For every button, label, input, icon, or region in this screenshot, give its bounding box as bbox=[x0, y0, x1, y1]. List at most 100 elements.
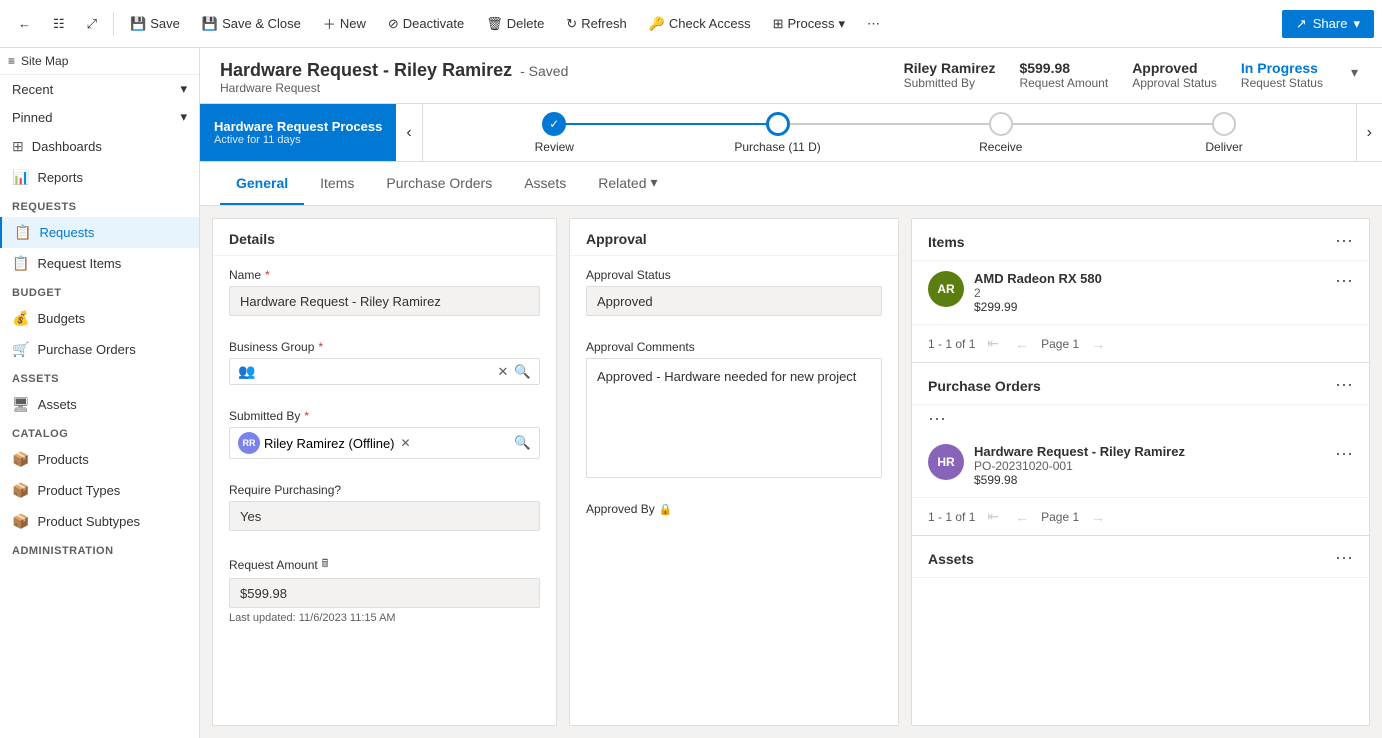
po-first-page-button[interactable]: ⇤ bbox=[983, 506, 1003, 527]
sidebar-item-requests[interactable]: 📋 Requests bbox=[0, 217, 199, 248]
po-row-more-button[interactable]: ⋯ bbox=[928, 409, 946, 430]
pinned-section[interactable]: Pinned ▾ bbox=[0, 103, 199, 131]
step-label-receive: Receive bbox=[979, 140, 1022, 154]
saved-indicator: - Saved bbox=[520, 63, 568, 79]
tab-items[interactable]: Items bbox=[304, 163, 370, 205]
refresh-button[interactable]: ↻ Refresh bbox=[556, 10, 636, 38]
sidebar-item-products[interactable]: 📦 Products bbox=[0, 444, 199, 475]
tab-assets[interactable]: Assets bbox=[508, 163, 582, 205]
new-button[interactable]: ＋ New bbox=[313, 8, 376, 39]
requests-icon: 📋 bbox=[14, 224, 31, 241]
sidebar-item-product-subtypes[interactable]: 📦 Product Subtypes bbox=[0, 506, 199, 537]
sitemap-icon: ≡ bbox=[8, 54, 15, 68]
step-circle-receive bbox=[989, 112, 1013, 136]
process-step-deliver[interactable]: Deliver bbox=[1112, 112, 1335, 154]
submitted-by-label-field: Submitted By * bbox=[229, 409, 540, 423]
process-button[interactable]: ⊞ Process ▾ bbox=[763, 10, 855, 38]
administration-group-title: Administration bbox=[0, 537, 199, 561]
save-button[interactable]: 💾 Save bbox=[120, 10, 190, 38]
process-step-review[interactable]: ✓ Review bbox=[443, 112, 666, 154]
more-button[interactable]: ⋯ bbox=[857, 10, 890, 38]
expand-button[interactable]: ⤢ bbox=[77, 10, 107, 38]
item-info-amd: AMD Radeon RX 580 2 $299.99 bbox=[974, 271, 1325, 314]
sidebar-item-assets[interactable]: 🖥 Assets bbox=[0, 389, 199, 420]
approval-status-value: Approved bbox=[586, 286, 882, 316]
process-step-purchase[interactable]: Purchase (11 D) bbox=[666, 112, 889, 154]
assets-more-button[interactable]: ⋯ bbox=[1335, 548, 1353, 569]
share-button[interactable]: ↗ Share ▾ bbox=[1282, 10, 1374, 38]
name-required: * bbox=[265, 268, 270, 282]
approval-status-label: Approval Status bbox=[1132, 76, 1217, 90]
approved-by-field-group: Approved By 🔒 bbox=[570, 490, 898, 532]
item-avatar-amd: AR bbox=[928, 271, 964, 307]
sitemap-button[interactable]: ≡ Site Map bbox=[0, 48, 199, 75]
require-purchasing-field-group: Require Purchasing? Yes bbox=[213, 471, 556, 543]
delete-button[interactable]: 🗑 Delete bbox=[476, 10, 554, 38]
items-more-button[interactable]: ⋯ bbox=[1335, 231, 1353, 252]
sidebar-item-budgets[interactable]: 💰 Budgets bbox=[0, 303, 199, 334]
process-step-receive[interactable]: Receive bbox=[889, 112, 1112, 154]
po-pagination: 1 - 1 of 1 ⇤ ← Page 1 → bbox=[912, 498, 1369, 535]
meta-request-amount: $599.98 Request Amount bbox=[1019, 60, 1108, 90]
item-more-button-hr[interactable]: ⋯ bbox=[1335, 444, 1353, 465]
items-first-page-button[interactable]: ⇤ bbox=[983, 333, 1003, 354]
purchase-orders-more-button[interactable]: ⋯ bbox=[1335, 375, 1353, 396]
items-section-header: Items ⋯ bbox=[912, 219, 1369, 261]
process-prev-button[interactable]: ‹ bbox=[396, 104, 422, 161]
record-subtitle: Hardware Request bbox=[220, 81, 568, 95]
business-group-lookup[interactable]: 👥 ✕ 🔍 bbox=[229, 358, 540, 385]
sidebar-item-product-types[interactable]: 📦 Product Types bbox=[0, 475, 199, 506]
process-next-button[interactable]: › bbox=[1356, 104, 1382, 161]
divider-1 bbox=[113, 12, 114, 36]
business-group-search-button[interactable]: 🔍 bbox=[514, 364, 531, 380]
save-close-icon: 💾 bbox=[202, 16, 218, 32]
sidebar-item-reports[interactable]: 📊 Reports bbox=[0, 162, 199, 193]
check-access-button[interactable]: 🔑 Check Access bbox=[639, 10, 761, 38]
item-more-button-amd[interactable]: ⋯ bbox=[1335, 271, 1353, 292]
po-prev-page-button[interactable]: ← bbox=[1011, 507, 1033, 527]
back-button[interactable]: ← bbox=[8, 10, 41, 37]
business-group-icon: 👥 bbox=[238, 363, 255, 380]
require-purchasing-label: Require Purchasing? bbox=[229, 483, 540, 497]
submitted-by-clear-button[interactable]: ✕ bbox=[401, 436, 411, 450]
approval-comments-label: Approval Comments bbox=[586, 340, 882, 354]
record-meta: Riley Ramirez Submitted By $599.98 Reque… bbox=[904, 60, 1362, 90]
item-po-amount: $599.98 bbox=[974, 473, 1325, 487]
save-icon: 💾 bbox=[130, 16, 146, 32]
product-types-icon: 📦 bbox=[12, 482, 29, 499]
related-chevron-icon: ▾ bbox=[650, 174, 657, 191]
sidebar-item-dashboards[interactable]: ⊞ Dashboards bbox=[0, 131, 199, 162]
save-close-button[interactable]: 💾 Save & Close bbox=[192, 10, 311, 38]
item-row-amd: AR AMD Radeon RX 580 2 $299.99 ⋯ bbox=[912, 261, 1369, 325]
meta-expand-button[interactable]: ▾ bbox=[1347, 60, 1362, 85]
step-circle-purchase bbox=[766, 112, 790, 136]
tabs-bar: General Items Purchase Orders Assets Rel… bbox=[200, 162, 1382, 206]
tab-purchase-orders[interactable]: Purchase Orders bbox=[370, 163, 508, 205]
po-next-page-button[interactable]: → bbox=[1087, 507, 1109, 527]
pages-button[interactable]: ☷ bbox=[43, 10, 75, 38]
require-purchasing-value: Yes bbox=[229, 501, 540, 531]
recent-section[interactable]: Recent ▾ bbox=[0, 75, 199, 103]
share-chevron-icon: ▾ bbox=[1353, 16, 1360, 32]
tab-related[interactable]: Related ▾ bbox=[582, 162, 673, 205]
products-icon: 📦 bbox=[12, 451, 29, 468]
items-prev-page-button[interactable]: ← bbox=[1011, 334, 1033, 354]
step-circle-review: ✓ bbox=[542, 112, 566, 136]
step-label-purchase: Purchase (11 D) bbox=[734, 140, 820, 154]
sidebar-item-request-items[interactable]: 📋 Request Items bbox=[0, 248, 199, 279]
tab-general[interactable]: General bbox=[220, 163, 304, 205]
back-icon: ← bbox=[18, 16, 31, 31]
business-group-clear-button[interactable]: ✕ bbox=[497, 364, 508, 380]
process-subtitle: Active for 11 days bbox=[214, 134, 382, 146]
more-icon: ⋯ bbox=[867, 16, 880, 32]
submitted-by-search-button[interactable]: 🔍 bbox=[514, 435, 531, 451]
details-title: Details bbox=[213, 219, 556, 256]
deactivate-button[interactable]: ⊘ Deactivate bbox=[378, 10, 474, 38]
details-panel: Details Name * Hardware Request - Riley … bbox=[212, 218, 557, 726]
item-row-hr: HR Hardware Request - Riley Ramirez PO-2… bbox=[912, 434, 1369, 498]
po-more-options: ⋯ bbox=[912, 405, 1369, 434]
approval-status-value: Approved bbox=[1132, 60, 1217, 76]
items-next-page-button[interactable]: → bbox=[1087, 334, 1109, 354]
submitted-by-lookup[interactable]: RR Riley Ramirez (Offline) ✕ 🔍 bbox=[229, 427, 540, 459]
sidebar-item-purchase-orders[interactable]: 🛒 Purchase Orders bbox=[0, 334, 199, 365]
